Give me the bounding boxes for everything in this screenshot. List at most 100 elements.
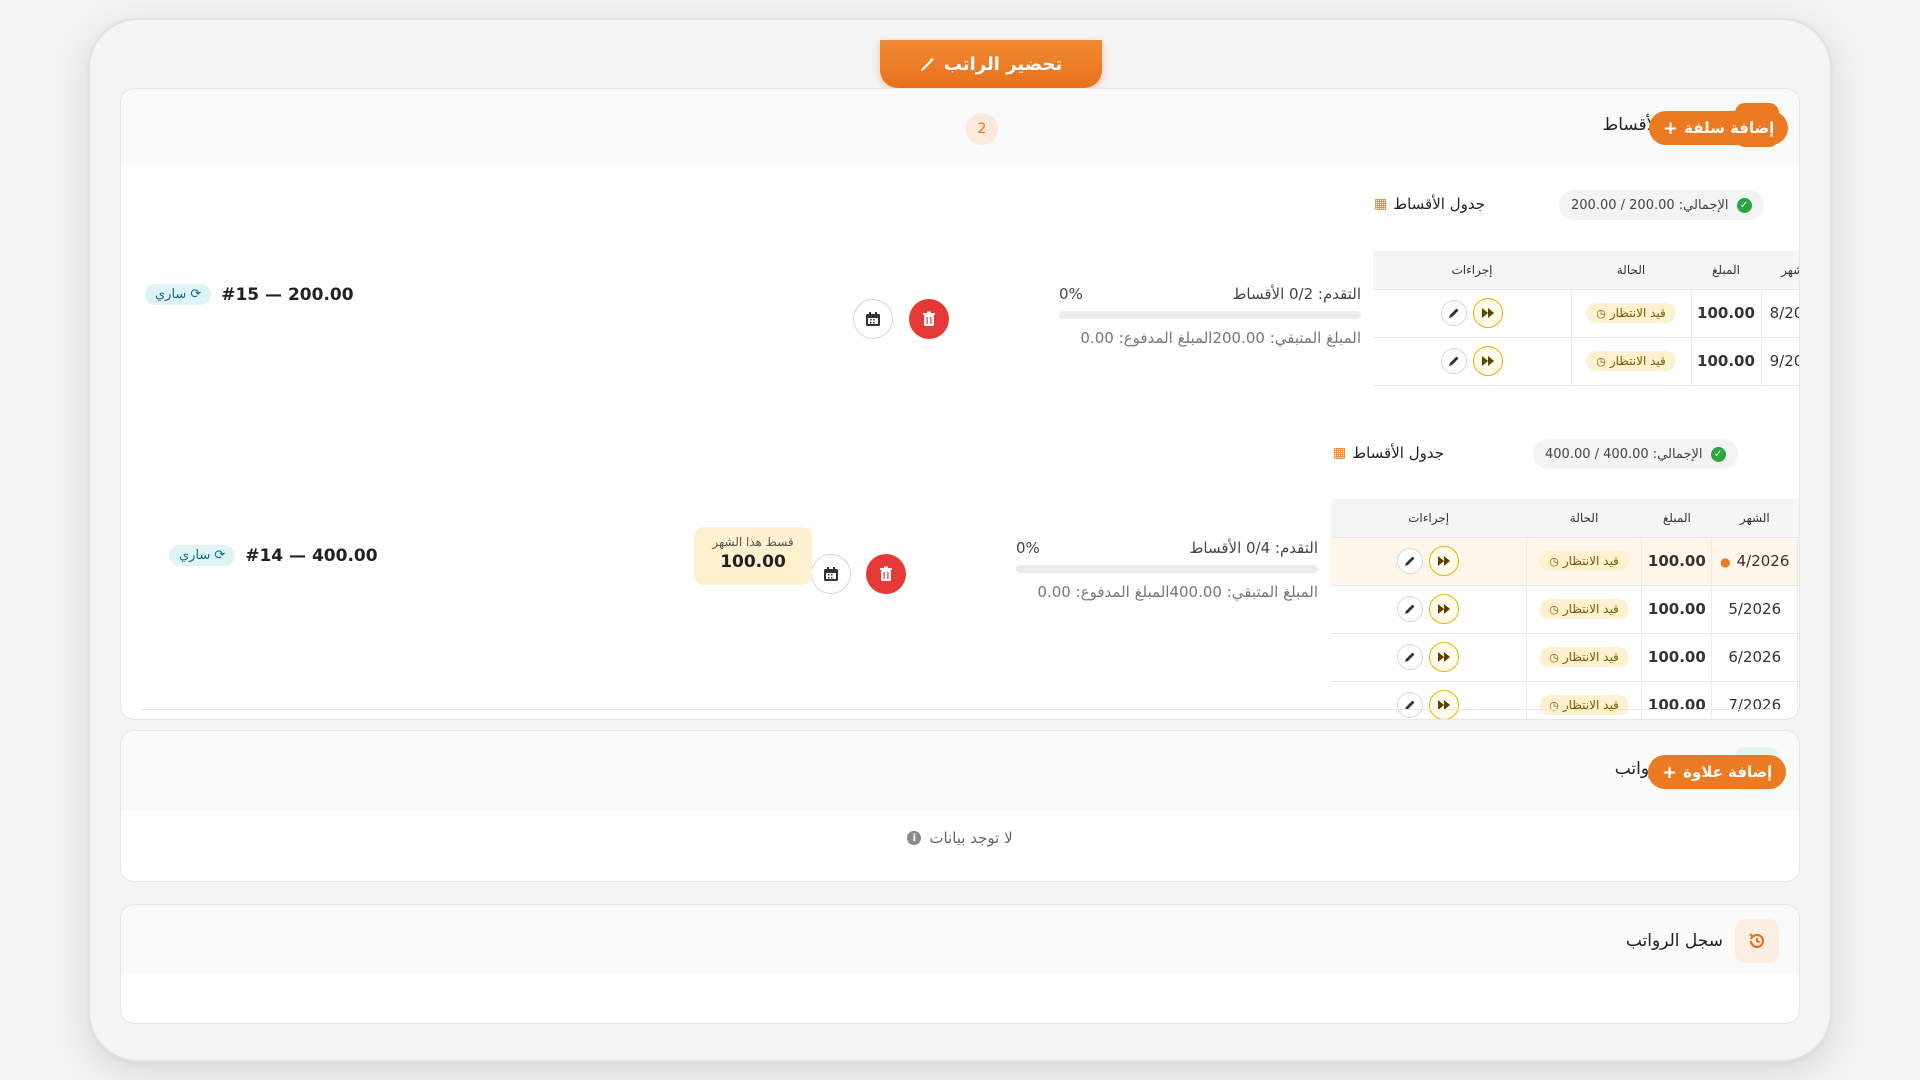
row-amount: 100.00	[1641, 681, 1712, 719]
pencil-icon	[1405, 652, 1415, 662]
loan-14-status-badge: ⟳ ساري	[169, 545, 236, 566]
pencil-icon	[1448, 308, 1459, 318]
fast-forward-icon	[1481, 356, 1494, 366]
skip-installment-button[interactable]	[1429, 690, 1460, 719]
section-divider	[141, 709, 1781, 710]
row-status-text: قيد الانتظار	[1562, 650, 1619, 664]
row-number: 3	[1797, 633, 1799, 682]
screen: تحضير الراتب السلف والأقساط 2 إضافة سلفة…	[120, 40, 1800, 1060]
edit-installment-button[interactable]	[1440, 348, 1467, 374]
info-icon: i	[907, 831, 922, 845]
edit-installment-button[interactable]	[1440, 300, 1467, 326]
history-card: سجل الرواتب	[120, 904, 1800, 1024]
col-num: #	[1797, 499, 1799, 538]
row-actions	[1373, 337, 1571, 386]
skip-installment-button[interactable]	[1472, 298, 1503, 328]
row-month: 9/2026	[1760, 337, 1799, 386]
pending-badge: قيد الانتظار ◷	[1586, 303, 1676, 323]
loan-15-status-text: ساري	[155, 287, 187, 302]
calendar-icon	[824, 567, 838, 581]
col-amount: المبلغ	[1641, 499, 1712, 538]
edit-installment-button[interactable]	[1397, 548, 1424, 574]
row-month-text: 9/2026	[1769, 352, 1799, 370]
loan-15-installments-table: # الشهر المبلغ الحالة إجراءات 18/2026100…	[1373, 251, 1799, 386]
installment-row: 29/2026100.00قيد الانتظار◷	[1373, 337, 1799, 386]
col-month: الشهر	[1761, 251, 1799, 290]
row-month: 6/2026	[1711, 633, 1798, 682]
loan-15-remaining: المبلغ المتبقي: 200.00	[1212, 329, 1361, 347]
raises-card-header: علاوات الرواتب إضافة علاوة +	[121, 731, 1799, 811]
loan-14-total: ✓ الإجمالي: 400.00 / 400.00	[1533, 439, 1738, 469]
history-section-title: سجل الرواتب	[1626, 919, 1779, 963]
raises-empty-state: لا توجد بيانات i	[121, 829, 1799, 847]
raises-card: علاوات الرواتب إضافة علاوة + لا توجد بيا…	[120, 730, 1800, 882]
col-status: الحالة	[1526, 499, 1642, 538]
clock-icon: ◷	[1549, 554, 1559, 568]
row-actions	[1331, 585, 1527, 634]
clock-icon: ◷	[1596, 354, 1606, 368]
month-installment-box: قسط هذا الشهر 100.00	[694, 527, 812, 585]
installment-row: 4 7/2026 100.00 قيد الانتظار◷	[1331, 681, 1799, 719]
installment-row: 3 6/2026 100.00 قيد الانتظار◷	[1331, 633, 1799, 682]
loan-15-title: #15 — 200.00	[221, 284, 354, 305]
row-month: 5/2026	[1711, 585, 1798, 634]
loan-14-schedule-button[interactable]	[811, 554, 851, 594]
device-frame: تحضير الراتب السلف والأقساط 2 إضافة سلفة…	[90, 20, 1830, 1060]
row-month-text: 5/2026	[1728, 600, 1782, 618]
row-month: 8/2026	[1760, 289, 1799, 338]
installment-row: 18/2026100.00قيد الانتظار◷	[1373, 289, 1799, 338]
loans-card: السلف والأقساط 2 إضافة سلفة + ✓ الإجمالي…	[120, 88, 1800, 720]
row-month-text: 6/2026	[1728, 648, 1782, 666]
delete-loan-15-button[interactable]	[909, 299, 949, 339]
row-amount: 100.00	[1641, 537, 1712, 586]
add-raise-button[interactable]: إضافة علاوة +	[1648, 755, 1787, 789]
plus-icon: +	[1662, 761, 1678, 783]
row-status-text: قيد الانتظار	[1562, 554, 1619, 568]
skip-installment-button[interactable]	[1429, 642, 1460, 672]
row-status: قيد الانتظار ◷	[1525, 681, 1642, 719]
loan-14-progress-label: التقدم: 0/4 الأقساط	[1189, 539, 1318, 557]
row-month: ● 4/2026	[1711, 537, 1798, 586]
row-status: قيد الانتظار ◷	[1525, 537, 1642, 586]
skip-installment-button[interactable]	[1472, 346, 1503, 376]
delete-loan-14-button[interactable]	[866, 554, 906, 594]
pending-badge: قيد الانتظار ◷	[1539, 599, 1629, 619]
current-month-dot: ●	[1720, 555, 1731, 569]
installment-row: 1 ● 4/2026 100.00 قيد الانتظار◷	[1331, 537, 1799, 586]
row-number: 4	[1797, 681, 1799, 719]
loan-15-schedule-button[interactable]	[853, 299, 893, 339]
edit-installment-button[interactable]	[1397, 692, 1424, 718]
skip-installment-button[interactable]	[1429, 594, 1460, 624]
row-status: قيد الانتظار ◷	[1570, 289, 1691, 338]
row-status: قيد الانتظار ◷	[1570, 337, 1691, 386]
row-amount: 100.00	[1641, 585, 1712, 634]
loan-14-title: #14 — 400.00	[245, 545, 378, 566]
row-status: قيد الانتظار ◷	[1525, 585, 1642, 634]
edit-installment-button[interactable]	[1397, 644, 1424, 670]
clock-icon: ◷	[1596, 306, 1606, 320]
add-raise-label: إضافة علاوة	[1683, 763, 1773, 781]
edit-installment-button[interactable]	[1397, 596, 1424, 622]
prepare-salary-button[interactable]: تحضير الراتب	[880, 40, 1102, 88]
row-month-text: 7/2026	[1728, 696, 1782, 714]
history-card-header: سجل الرواتب	[121, 905, 1799, 975]
check-circle-icon: ✓	[1710, 446, 1726, 462]
loan-14-progress-percent: 0%	[1016, 539, 1040, 557]
row-status-text: قيد الانتظار	[1562, 602, 1619, 616]
loan-15-progress-percent: 0%	[1059, 285, 1083, 303]
row-month-text: 8/2026	[1769, 304, 1799, 322]
row-amount: 100.00	[1641, 633, 1712, 682]
history-icon	[1735, 919, 1779, 963]
check-circle-icon: ✓	[1736, 197, 1752, 213]
pencil-icon	[1405, 556, 1415, 566]
pending-badge: قيد الانتظار ◷	[1539, 695, 1629, 715]
loan-14-progress: التقدم: 0/4 الأقساط 0% المبلغ المتبقي: 4…	[1016, 539, 1318, 601]
refresh-icon: ⟳	[214, 548, 226, 563]
pencil-icon	[1405, 604, 1415, 614]
skip-installment-button[interactable]	[1429, 546, 1460, 576]
add-loan-button[interactable]: إضافة سلفة +	[1649, 111, 1789, 145]
col-month: الشهر	[1711, 499, 1798, 538]
loan-15-total-text: الإجمالي: 200.00 / 200.00	[1571, 197, 1729, 213]
loan-14-status-text: ساري	[179, 548, 211, 563]
loan-15-paid: المبلغ المدفوع: 0.00	[1080, 329, 1213, 347]
